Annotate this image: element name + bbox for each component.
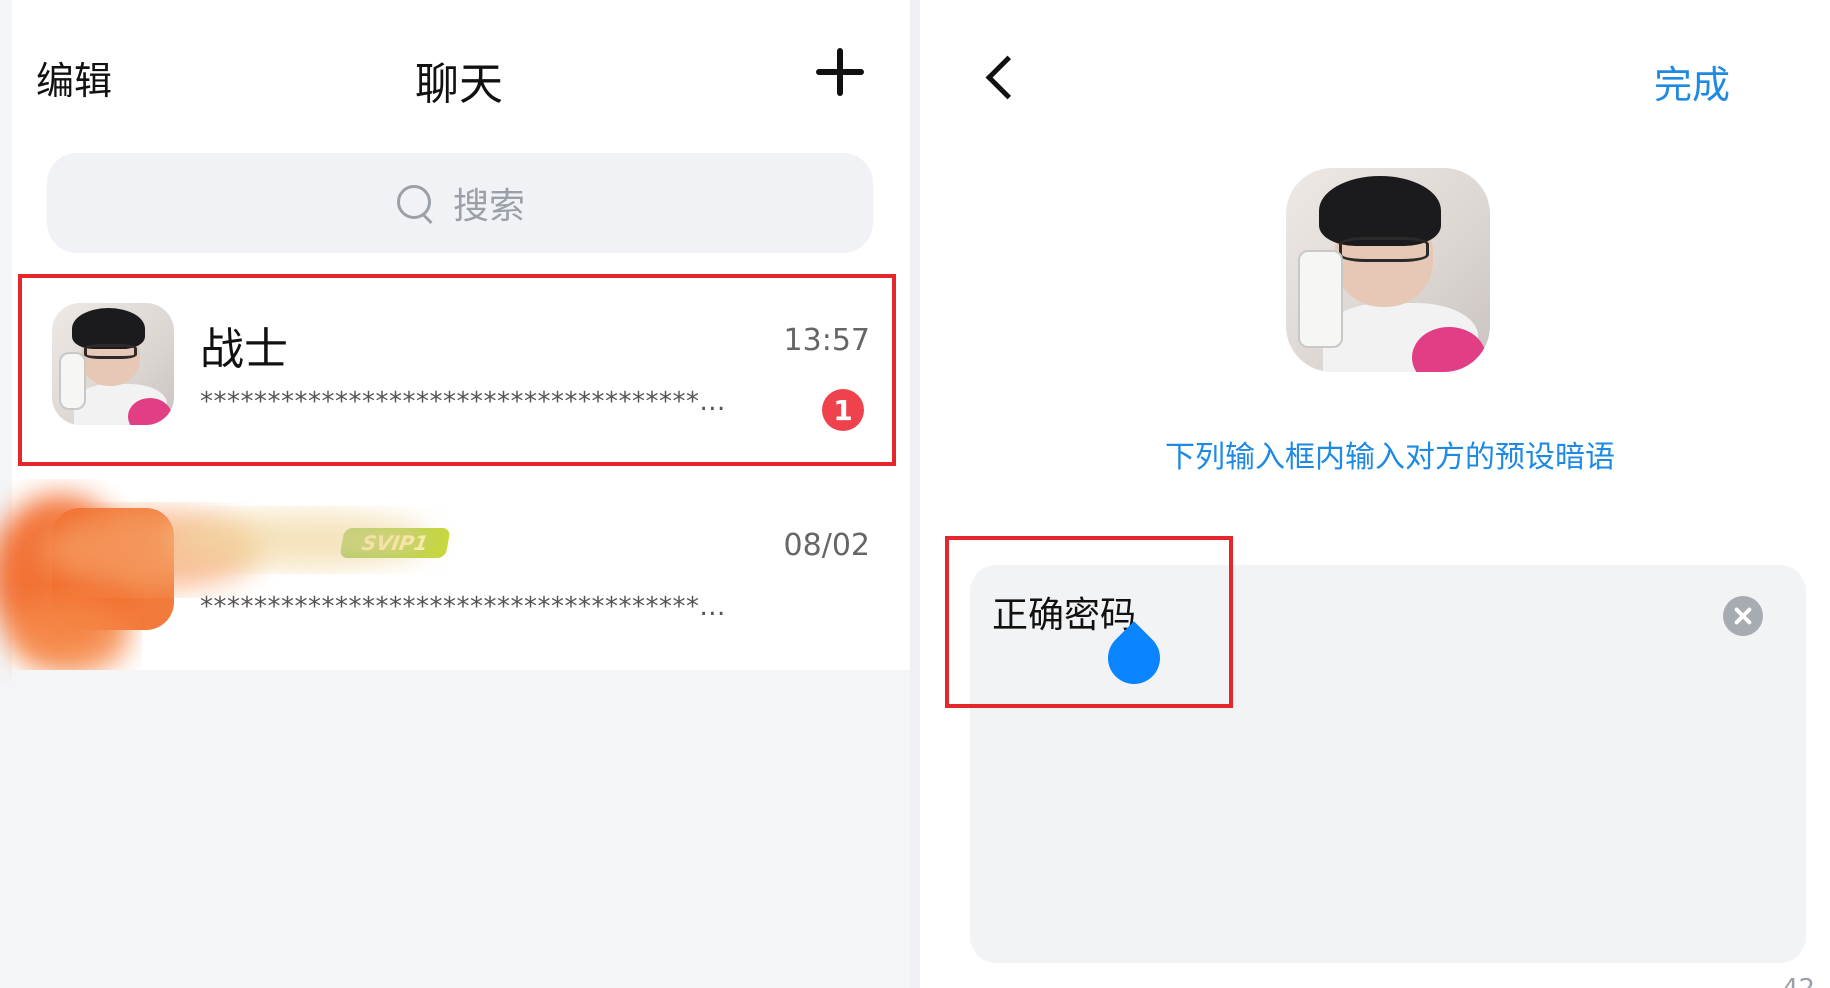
hint-text: 下列输入框内输入对方的预设暗语 xyxy=(1165,440,1615,475)
chat-list-panel: 编辑 聊天 搜索 战士 ****************************… xyxy=(0,0,910,988)
chat-list-item[interactable]: *************************************...… xyxy=(12,480,910,660)
chat-preview: *************************************... xyxy=(200,592,726,622)
list-empty-area xyxy=(12,670,910,988)
edit-button[interactable]: 编辑 xyxy=(36,50,112,105)
highlight-frame xyxy=(945,536,1233,708)
chat-time: 08/02 xyxy=(783,528,870,563)
highlight-frame xyxy=(18,274,896,466)
search-bar[interactable]: 搜索 xyxy=(47,153,873,253)
chevron-left-icon[interactable] xyxy=(980,58,1020,98)
page-title: 聊天 xyxy=(415,59,503,110)
left-edge xyxy=(0,0,12,988)
svip-badge: SVIP1 xyxy=(339,528,451,558)
char-count: 42 xyxy=(1782,974,1815,988)
avatar xyxy=(52,508,174,630)
search-placeholder: 搜索 xyxy=(452,186,525,227)
search-icon xyxy=(395,183,435,223)
clear-circle-icon[interactable] xyxy=(1723,596,1763,636)
done-button[interactable]: 完成 xyxy=(1654,54,1730,109)
panel-divider xyxy=(910,0,920,988)
password-panel: 完成 下列输入框内输入对方的预设暗语 正确密码 42 xyxy=(920,0,1830,988)
plus-icon[interactable] xyxy=(816,48,864,96)
avatar xyxy=(1286,168,1490,372)
